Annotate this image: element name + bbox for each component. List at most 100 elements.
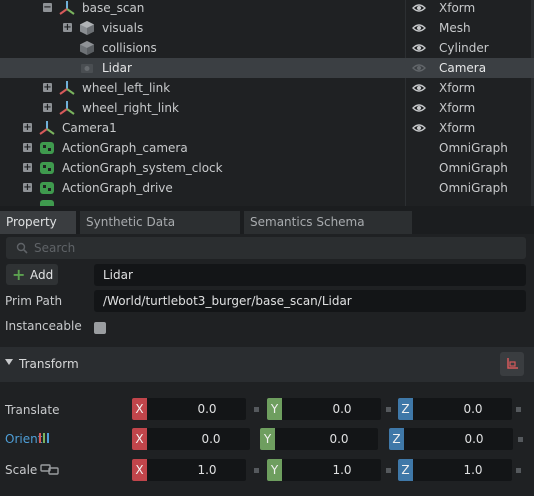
tree-row-actiongraph-camera[interactable]: + ActionGraph_camera OmniGraph — [0, 138, 534, 158]
keyframe-dot[interactable] — [516, 468, 521, 473]
orient-row: X 0.0 Y 0.0 Z 0.0 — [0, 428, 534, 452]
instanceable-label: Instanceable — [5, 319, 82, 333]
translate-x-field[interactable]: X 0.0 — [132, 398, 246, 420]
tree-item-name: ActionGraph_drive — [62, 181, 173, 195]
tree-row-visuals[interactable]: + visuals Mesh — [0, 18, 534, 38]
collapse-triangle-icon[interactable] — [5, 359, 13, 365]
transform-section-header[interactable]: Transform — [0, 347, 534, 382]
translate-y-field[interactable]: Y 0.0 — [267, 398, 381, 420]
tree-row-collisions[interactable]: collisions Cylinder — [0, 38, 534, 58]
tree-row-camera1[interactable]: + Camera1 Xform — [0, 118, 534, 138]
keyframe-dot[interactable] — [254, 407, 259, 412]
expand-toggle[interactable]: + — [63, 23, 72, 33]
tree-item-type: Mesh — [439, 21, 471, 35]
eye-icon[interactable] — [412, 2, 426, 14]
tree-row-actiongraph-drive[interactable]: + ActionGraph_drive OmniGraph — [0, 178, 534, 198]
tree-row-lidar[interactable]: Lidar Camera — [0, 58, 534, 78]
tree-row-wheel-right-link[interactable]: + wheel_right_link Xform — [0, 98, 534, 118]
scale-x-field[interactable]: X 1.0 — [132, 459, 246, 481]
tree-item-name: Camera1 — [62, 121, 117, 135]
tab-synthetic-data-recorder[interactable]: Synthetic Data Recorder — [80, 211, 240, 252]
plus-icon: + — [12, 265, 26, 284]
mesh-cube-icon — [80, 21, 94, 35]
property-panel: Search + Add Lidar Prim Path /World/turt… — [0, 234, 534, 496]
tree-item-type: Camera — [439, 61, 487, 75]
axis-z-badge: Z — [389, 428, 404, 450]
expand-toggle[interactable]: + — [23, 183, 32, 193]
stage-tree: − base_scan Xform + visuals Mesh collisi… — [0, 0, 534, 206]
tree-item-name: ActionGraph_camera — [62, 141, 188, 155]
eye-icon[interactable] — [412, 102, 426, 114]
translate-z-field[interactable]: Z 0.0 — [398, 398, 512, 420]
expand-toggle[interactable]: + — [23, 143, 32, 153]
expand-toggle[interactable]: + — [43, 103, 52, 113]
scale-y-field[interactable]: Y 1.0 — [267, 459, 381, 481]
keyframe-dot[interactable] — [518, 437, 523, 442]
add-button[interactable]: + Add — [6, 264, 58, 285]
axis-x-badge: X — [132, 459, 147, 481]
axis-y-badge: Y — [267, 459, 282, 481]
keyframe-dot[interactable] — [386, 407, 391, 412]
tree-item-type: Xform — [439, 81, 476, 95]
tree-row-base-scan[interactable]: − base_scan Xform — [0, 0, 534, 18]
eye-icon[interactable] — [412, 42, 426, 54]
property-tab-bar: Property Synthetic Data Recorder Semanti… — [0, 206, 534, 252]
eye-icon[interactable] — [412, 122, 426, 134]
mesh-cube-icon — [80, 41, 94, 55]
instanceable-checkbox[interactable] — [94, 322, 106, 334]
tree-row-actiongraph-system-clock[interactable]: + ActionGraph_system_clock OmniGraph — [0, 158, 534, 178]
axis-y-badge: Y — [267, 398, 282, 420]
tree-item-type: OmniGraph — [439, 141, 508, 155]
tree-item-type: OmniGraph — [439, 181, 508, 195]
eye-icon[interactable] — [412, 62, 426, 74]
property-search-input[interactable]: Search — [6, 237, 526, 259]
add-button-label: Add — [30, 268, 54, 282]
tree-item-type: OmniGraph — [439, 161, 508, 175]
search-icon — [16, 242, 28, 254]
keyframe-dot[interactable] — [254, 468, 259, 473]
transform-menu-icon — [507, 358, 518, 369]
orient-y-value: 0.0 — [329, 432, 349, 446]
orient-x-value: 0.0 — [201, 432, 221, 446]
scale-z-field[interactable]: Z 1.0 — [398, 459, 512, 481]
scale-y-value: 1.0 — [332, 463, 352, 477]
orient-z-value: 0.0 — [464, 432, 484, 446]
orient-x-field[interactable]: X 0.0 — [132, 428, 250, 450]
tree-item-name: wheel_right_link — [82, 101, 179, 115]
collapse-toggle[interactable]: − — [43, 3, 52, 13]
xform-axes-icon — [59, 1, 75, 15]
tree-item-type: Xform — [439, 121, 476, 135]
lidar-camera-icon — [81, 64, 93, 73]
axis-y-badge: Y — [260, 428, 275, 450]
keyframe-dot[interactable] — [386, 468, 391, 473]
prim-path-value: /World/turtlebot3_burger/base_scan/Lidar — [103, 294, 352, 308]
scale-x-value: 1.0 — [197, 463, 217, 477]
orient-y-field[interactable]: Y 0.0 — [260, 428, 378, 450]
tree-item-name: base_scan — [82, 1, 145, 15]
tree-item-type: Cylinder — [439, 41, 489, 55]
axis-x-badge: X — [132, 398, 147, 420]
axis-x-badge: X — [132, 428, 147, 450]
tree-row-wheel-left-link[interactable]: + wheel_left_link Xform — [0, 78, 534, 98]
keyframe-dot[interactable] — [516, 407, 521, 412]
tree-row-partial[interactable] — [0, 198, 534, 206]
tab-semantics-schema-editor[interactable]: Semantics Schema Editor — [244, 211, 412, 252]
expand-toggle[interactable]: + — [23, 123, 32, 133]
expand-toggle[interactable]: + — [23, 163, 32, 173]
prim-path-field[interactable]: /World/turtlebot3_burger/base_scan/Lidar — [94, 290, 526, 312]
xform-axes-icon — [59, 81, 75, 95]
expand-toggle[interactable]: + — [43, 83, 52, 93]
prim-path-label: Prim Path — [5, 294, 63, 308]
translate-x-value: 0.0 — [197, 402, 217, 416]
tab-property[interactable]: Property — [0, 211, 76, 234]
orient-z-field[interactable]: Z 0.0 — [389, 428, 513, 450]
scale-z-value: 1.0 — [463, 463, 483, 477]
prim-name-field[interactable]: Lidar — [94, 264, 526, 286]
eye-icon[interactable] — [412, 82, 426, 94]
tree-item-name: visuals — [102, 21, 144, 35]
action-graph-icon — [40, 142, 54, 154]
eye-icon[interactable] — [412, 22, 426, 34]
translate-z-value: 0.0 — [463, 402, 483, 416]
tree-item-type: Xform — [439, 101, 476, 115]
transform-menu-button[interactable] — [500, 352, 524, 376]
